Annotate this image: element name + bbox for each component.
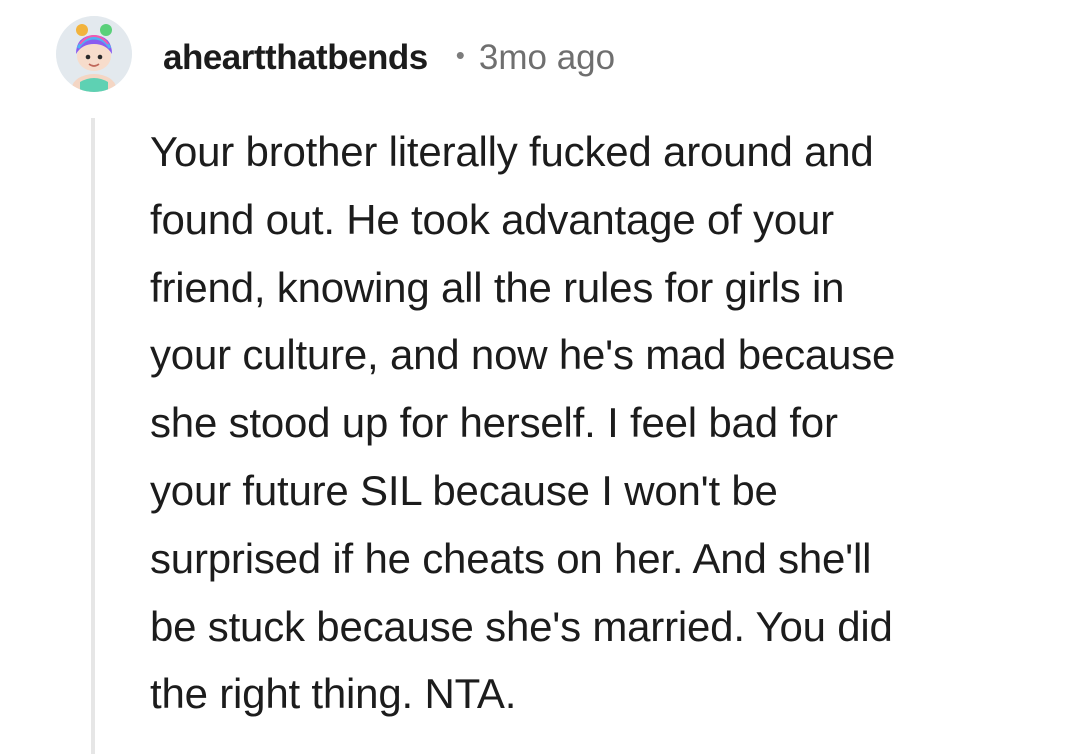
meta-separator: • — [455, 39, 465, 70]
username-link[interactable]: aheartthatbends — [163, 38, 428, 78]
comment-timestamp: 3mo ago — [478, 38, 616, 77]
comment-body: Your brother literally fucked around and… — [150, 128, 896, 718]
comment-header: aheartthatbends • 3mo ago — [163, 30, 615, 86]
thread-collapse-line[interactable] — [91, 118, 95, 754]
comment: aheartthatbends • 3mo ago Your brother l… — [0, 0, 1080, 754]
snoo-avatar-icon[interactable] — [56, 16, 132, 92]
